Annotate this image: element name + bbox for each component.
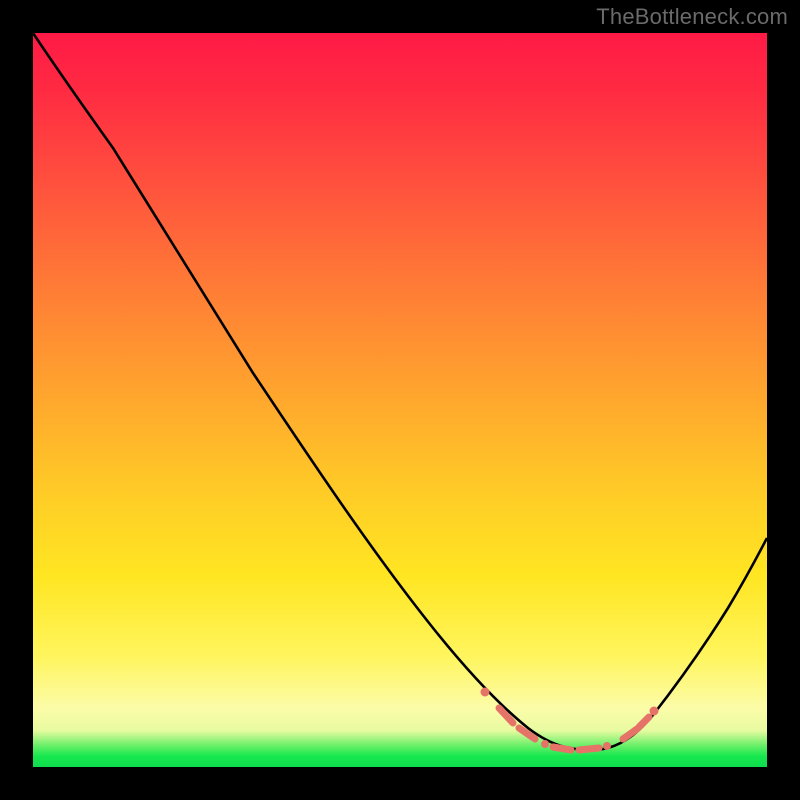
marker-dash bbox=[623, 729, 637, 739]
watermark-text: TheBottleneck.com bbox=[596, 4, 788, 30]
plot-area bbox=[33, 33, 767, 767]
optimal-markers bbox=[481, 688, 659, 751]
marker-dot bbox=[541, 740, 549, 748]
marker-dot bbox=[650, 707, 659, 716]
marker-dot bbox=[603, 742, 611, 750]
marker-dot bbox=[481, 688, 490, 697]
marker-dash bbox=[639, 717, 649, 727]
marker-dash bbox=[519, 728, 535, 739]
bottleneck-curve bbox=[33, 33, 767, 750]
marker-dash bbox=[579, 748, 599, 750]
chart-frame: TheBottleneck.com bbox=[0, 0, 800, 800]
marker-dash bbox=[553, 747, 571, 750]
curve-layer bbox=[33, 33, 767, 767]
